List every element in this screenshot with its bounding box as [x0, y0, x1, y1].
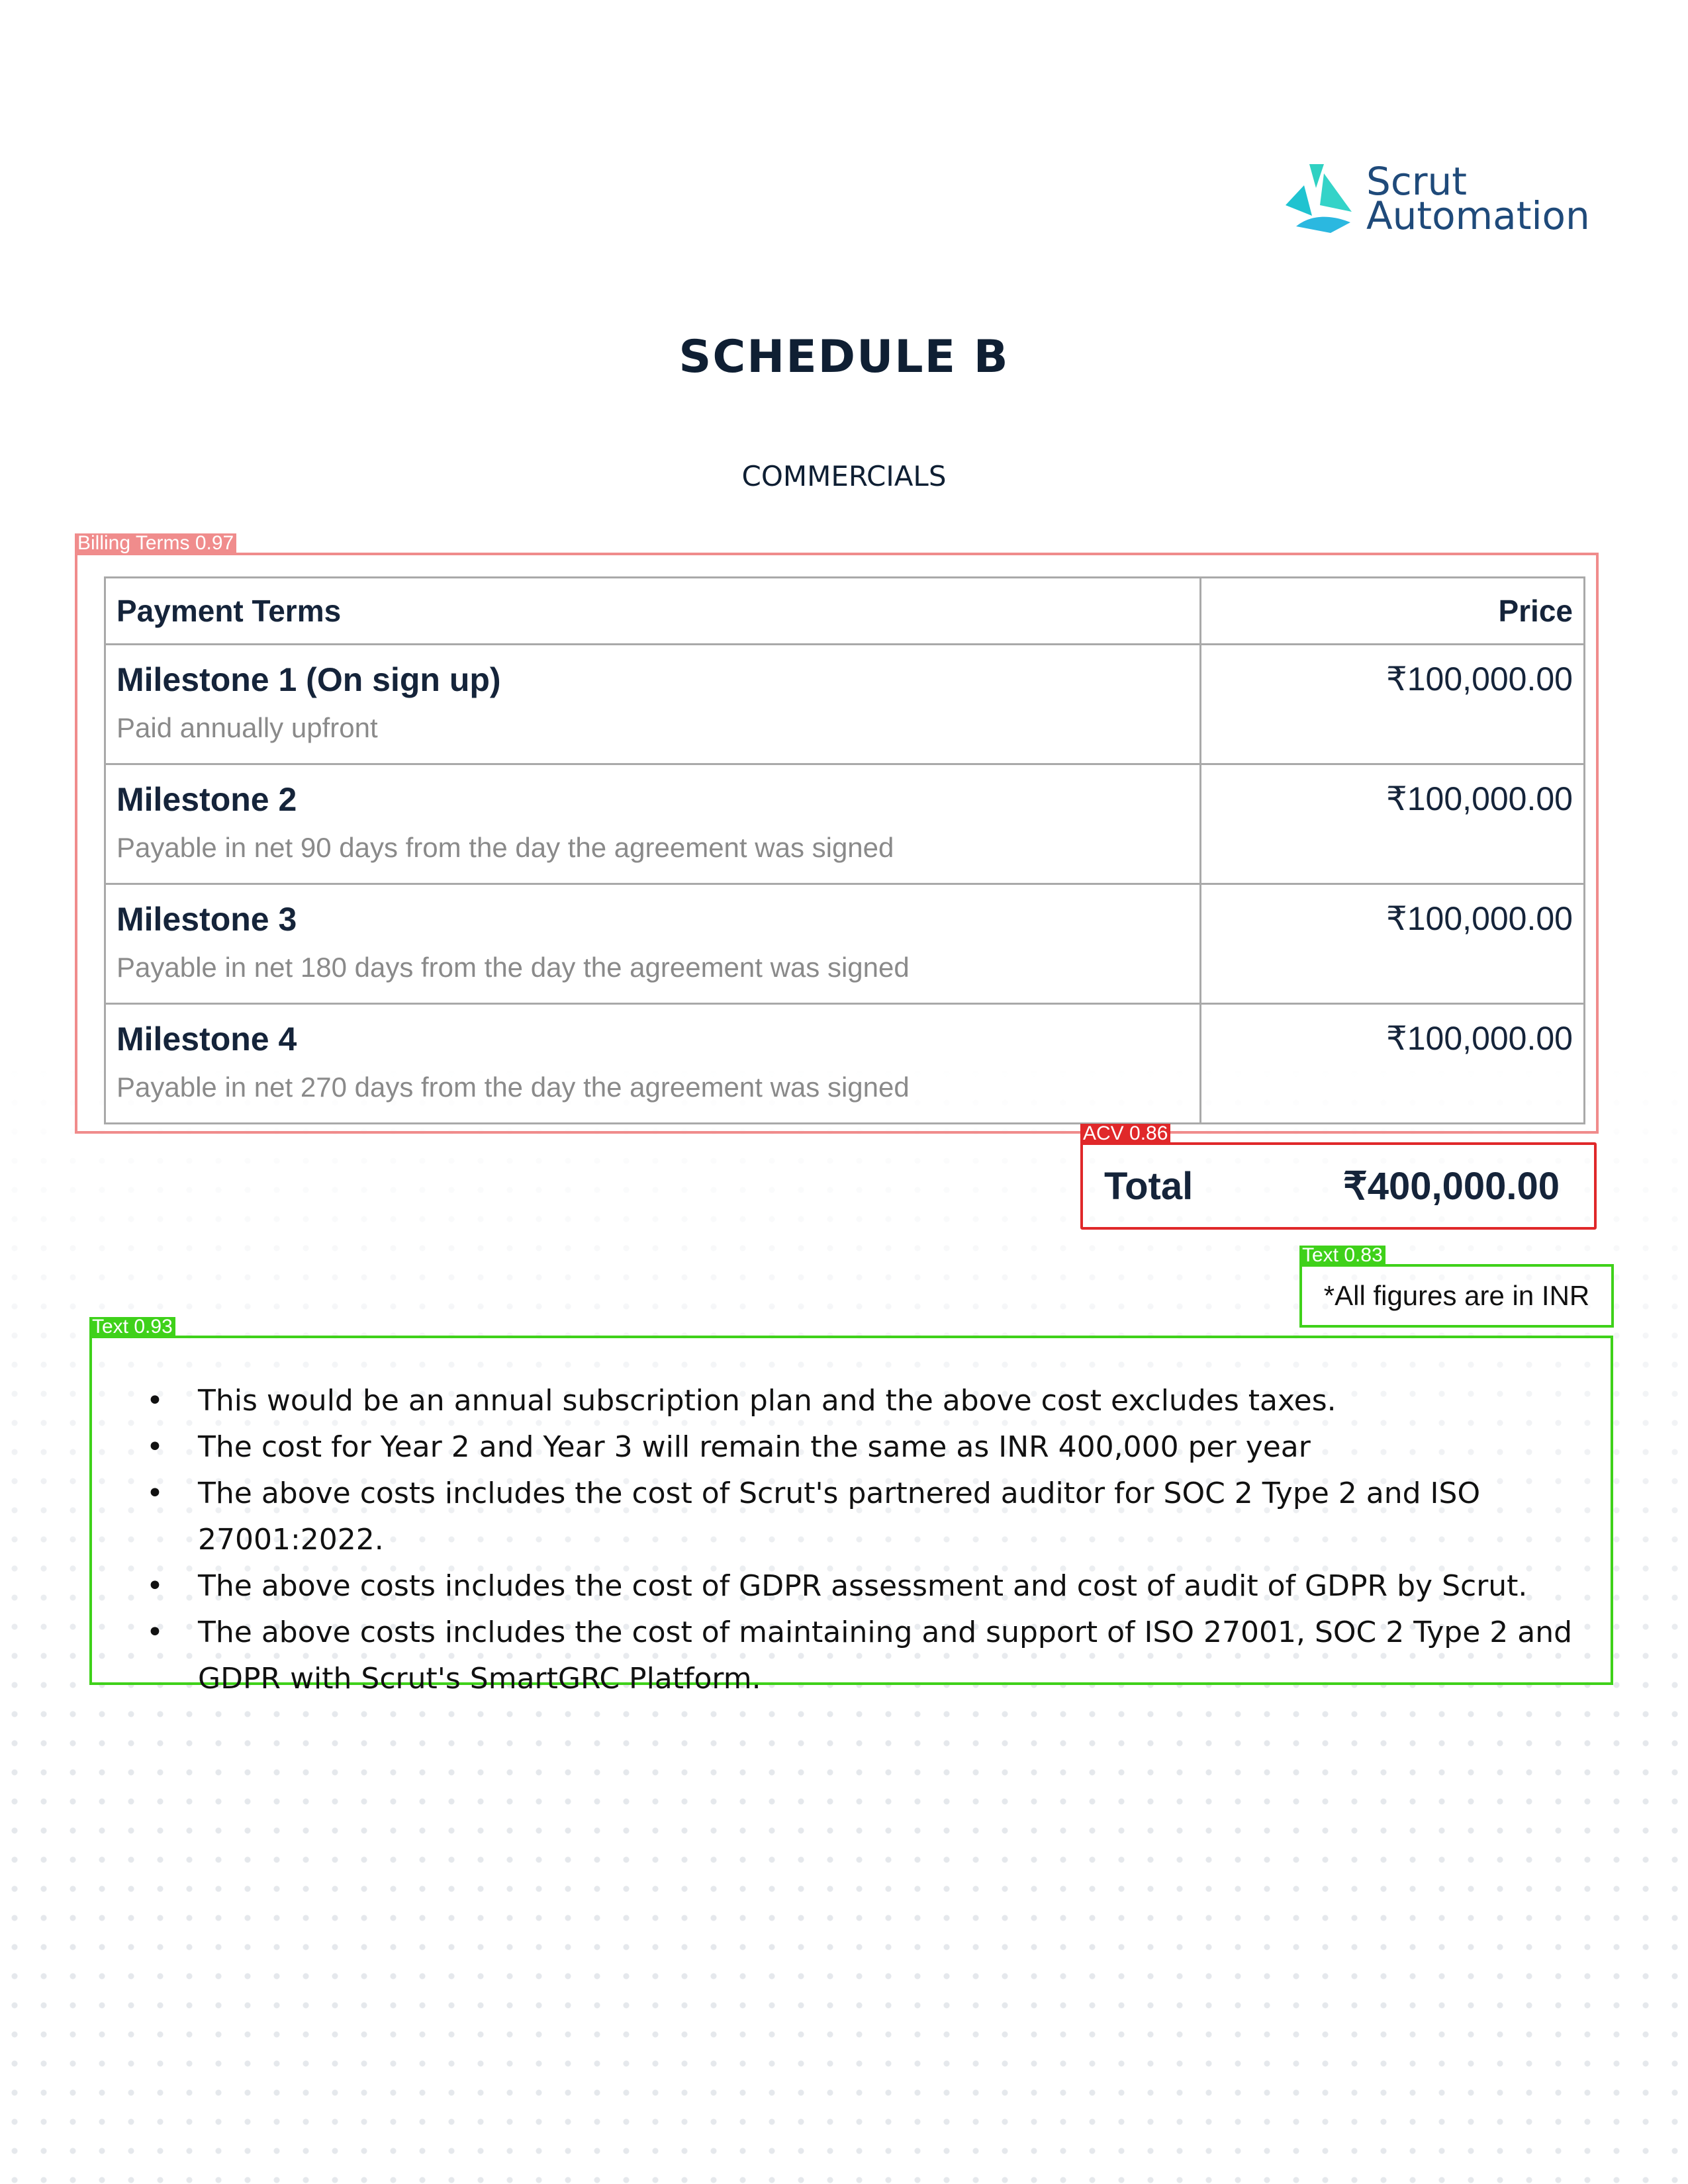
company-logo: Scrut Automation — [1278, 159, 1590, 238]
milestone-price: ₹100,000.00 — [1199, 643, 1585, 765]
list-item: The cost for Year 2 and Year 3 will rema… — [146, 1424, 1611, 1471]
milestone-description: Payable in net 90 days from the day the … — [117, 832, 894, 863]
list-item: The above costs includes the cost of GDP… — [146, 1563, 1611, 1610]
milestone-title: Milestone 3 — [117, 901, 297, 938]
milestone-price: ₹100,000.00 — [1199, 1003, 1585, 1124]
milestone-description: Payable in net 180 days from the day the… — [117, 952, 910, 983]
milestone-title: Milestone 1 (On sign up) — [117, 661, 501, 698]
page-title: SCHEDULE B — [679, 331, 1009, 383]
note-detection-label: Text 0.83 — [1299, 1246, 1385, 1265]
list-item: The above costs includes the cost of mai… — [146, 1610, 1611, 1702]
header-price: Price — [1199, 576, 1585, 645]
list-item: The above costs includes the cost of Scr… — [146, 1471, 1611, 1563]
section-subtitle: COMMERCIALS — [741, 460, 947, 492]
table-row: Milestone 2 Payable in net 90 days from … — [104, 763, 1585, 885]
acv-detection-label: ACV 0.86 — [1080, 1124, 1171, 1144]
header-payment-terms: Payment Terms — [104, 576, 1201, 645]
milestone-description: Paid annually upfront — [117, 712, 378, 743]
milestone-title: Milestone 4 — [117, 1021, 297, 1058]
table-row: Milestone 1 (On sign up) Paid annually u… — [104, 643, 1585, 765]
table-header-row: Payment Terms Price — [104, 576, 1585, 645]
table-row: Milestone 3 Payable in net 180 days from… — [104, 883, 1585, 1005]
billing-terms-detection-label: Billing Terms 0.97 — [75, 533, 237, 553]
bullets-detection-label: Text 0.93 — [89, 1317, 175, 1337]
scrut-triangle-logo-icon — [1286, 164, 1352, 233]
milestone-title: Milestone 2 — [117, 781, 297, 818]
terms-notes-list: This would be an annual subscription pla… — [92, 1338, 1611, 1702]
list-item: This would be an annual subscription pla… — [146, 1378, 1611, 1424]
table-row: Milestone 4 Payable in net 270 days from… — [104, 1003, 1585, 1124]
terms-notes-box: This would be an annual subscription pla… — [89, 1336, 1613, 1696]
milestone-price: ₹100,000.00 — [1199, 763, 1585, 885]
currency-note: *All figures are in INR — [1299, 1264, 1614, 1328]
payment-terms-table: Payment Terms Price Milestone 1 (On sign… — [104, 576, 1585, 1124]
total-label: Total — [1104, 1164, 1194, 1208]
total-box: Total ₹400,000.00 — [1080, 1142, 1597, 1230]
total-value: ₹400,000.00 — [1342, 1165, 1560, 1208]
logo-text-line2: Automation — [1366, 193, 1590, 238]
milestone-price: ₹100,000.00 — [1199, 883, 1585, 1005]
milestone-description: Payable in net 270 days from the day the… — [117, 1071, 910, 1103]
